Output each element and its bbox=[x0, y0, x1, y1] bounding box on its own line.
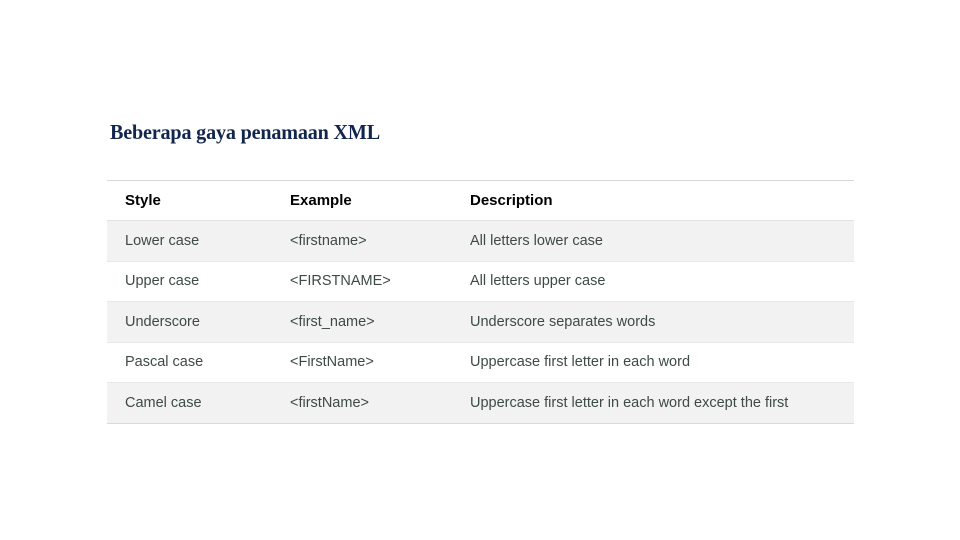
table-row: Camel case <firstName> Uppercase first l… bbox=[107, 382, 854, 423]
cell-example: <FIRSTNAME> bbox=[272, 261, 452, 302]
table-row: Pascal case <FirstName> Uppercase first … bbox=[107, 342, 854, 383]
cell-style: Lower case bbox=[107, 220, 272, 262]
cell-example: <firstname> bbox=[272, 220, 452, 262]
column-header-style: Style bbox=[107, 180, 272, 221]
cell-style: Underscore bbox=[107, 301, 272, 343]
table-row: Underscore <first_name> Underscore separ… bbox=[107, 301, 854, 343]
table-header: Style Example Description bbox=[107, 180, 854, 221]
cell-description: Underscore separates words bbox=[452, 301, 854, 343]
cell-example: <FirstName> bbox=[272, 342, 452, 383]
cell-description: All letters lower case bbox=[452, 220, 854, 262]
cell-description: All letters upper case bbox=[452, 261, 854, 302]
cell-description: Uppercase first letter in each word exce… bbox=[452, 382, 854, 423]
table-body: Lower case <firstname> All letters lower… bbox=[107, 220, 854, 423]
cell-example: <first_name> bbox=[272, 301, 452, 343]
table-row: Lower case <firstname> All letters lower… bbox=[107, 220, 854, 262]
column-header-example: Example bbox=[272, 180, 452, 221]
cell-style: Pascal case bbox=[107, 342, 272, 383]
table-row: Upper case <FIRSTNAME> All letters upper… bbox=[107, 261, 854, 302]
table-header-row: Style Example Description bbox=[107, 180, 854, 221]
cell-style: Camel case bbox=[107, 382, 272, 423]
naming-styles-table-container: Style Example Description Lower case <fi… bbox=[107, 180, 854, 424]
slide-canvas: Beberapa gaya penamaan XML Style Example… bbox=[0, 0, 960, 540]
cell-style: Upper case bbox=[107, 261, 272, 302]
cell-description: Uppercase first letter in each word bbox=[452, 342, 854, 383]
naming-styles-table: Style Example Description Lower case <fi… bbox=[107, 180, 854, 424]
cell-example: <firstName> bbox=[272, 382, 452, 423]
column-header-description: Description bbox=[452, 180, 854, 221]
page-title: Beberapa gaya penamaan XML bbox=[110, 120, 380, 144]
